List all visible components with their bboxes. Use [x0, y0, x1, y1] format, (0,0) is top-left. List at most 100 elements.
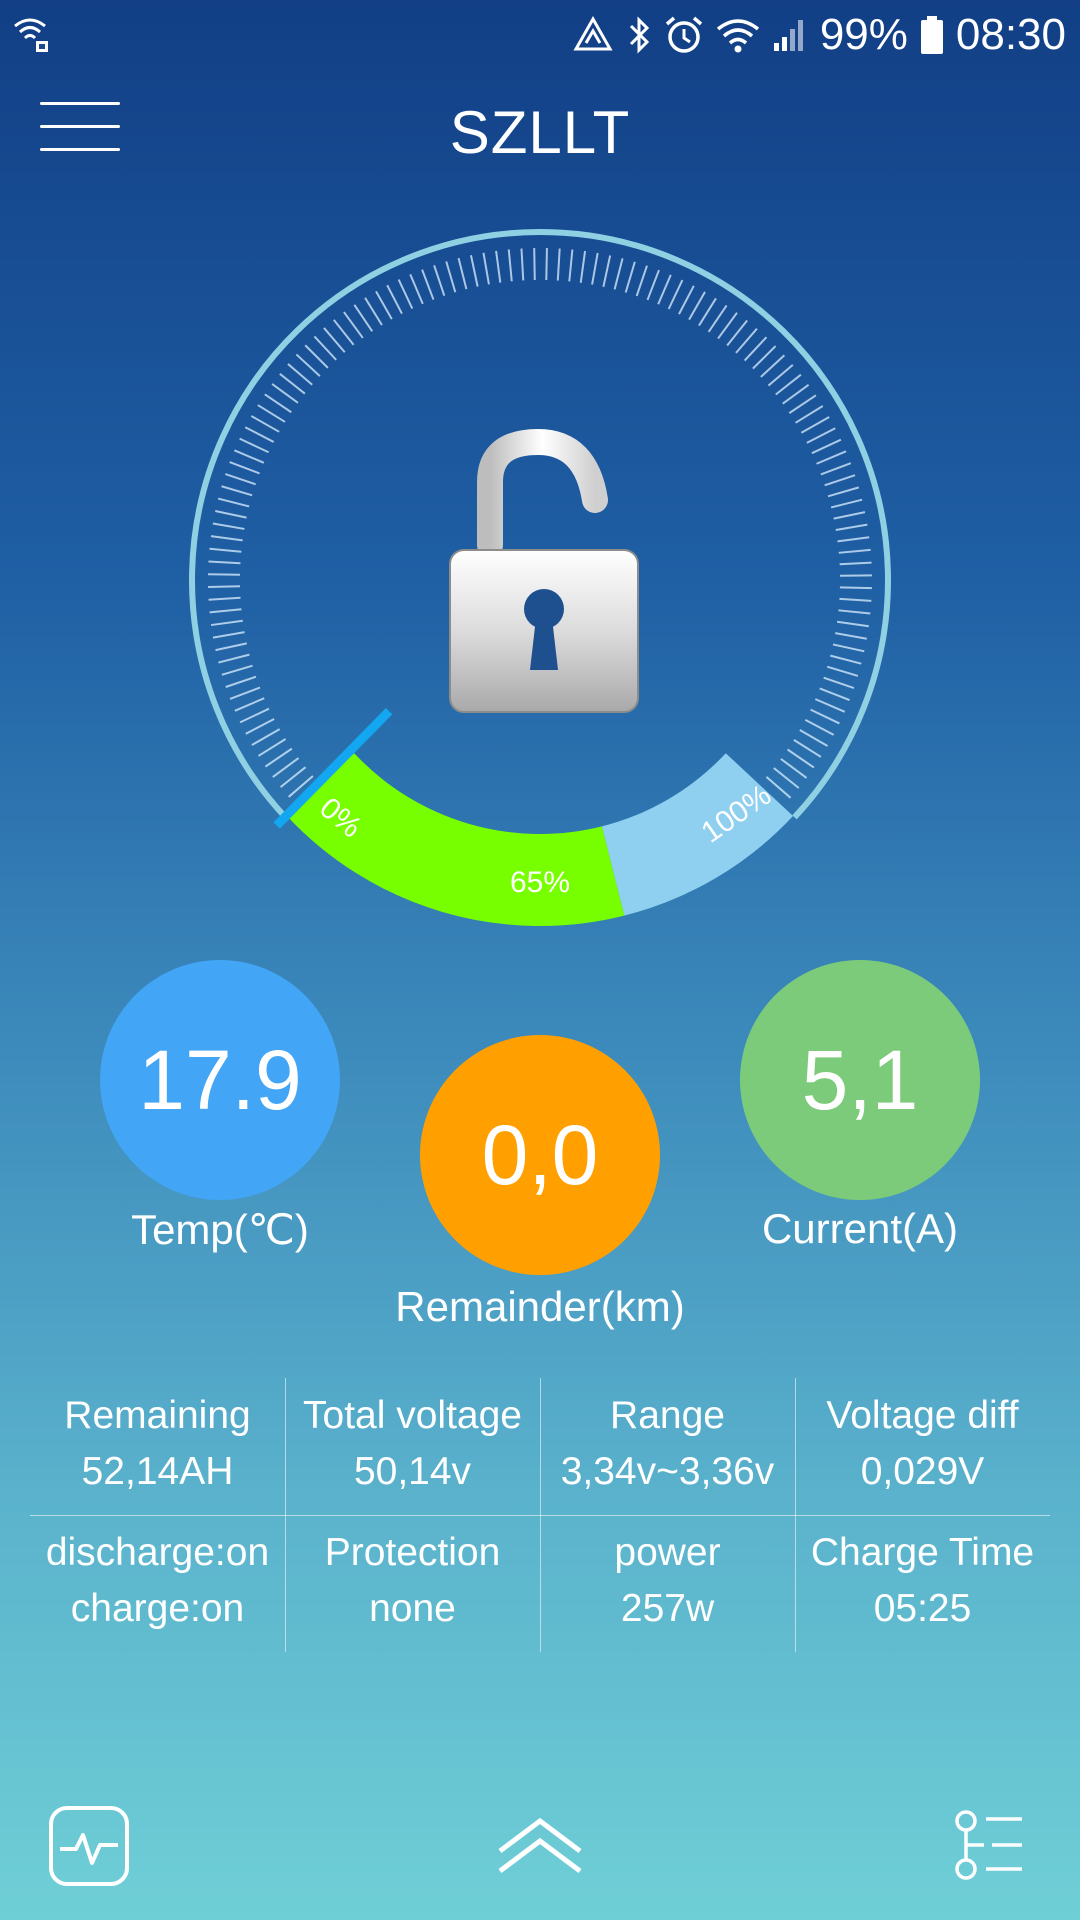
- gauge-tick: [698, 297, 717, 327]
- gauge-tick: [215, 642, 247, 652]
- voltage-diff-value: 0,029V: [860, 1450, 985, 1493]
- current-circle: 5,1: [740, 960, 980, 1200]
- wifi-lock-icon: [14, 18, 48, 52]
- gauge-tick: [279, 372, 306, 395]
- gauge-tick: [839, 561, 872, 566]
- temp-label: Temp(℃): [131, 1206, 309, 1253]
- gauge-tick: [827, 486, 860, 498]
- double-chevron-up-icon[interactable]: [496, 1813, 584, 1882]
- gauge-tick: [208, 560, 241, 565]
- gauge-tick: [218, 653, 250, 664]
- gauge-tick: [602, 255, 612, 287]
- gauge-tick: [482, 252, 490, 285]
- gauge-tick: [780, 758, 808, 779]
- gauge-tick: [839, 597, 872, 602]
- gauge-tick: [832, 643, 865, 653]
- gauge-tick: [332, 319, 355, 346]
- temp-circle: 17.9: [100, 960, 340, 1200]
- gauge-tick: [838, 548, 871, 554]
- drive-icon: [573, 15, 613, 51]
- gauge-tick: [814, 698, 846, 713]
- gauge-tick: [271, 383, 299, 404]
- gauge-tick: [833, 511, 866, 520]
- gauge-tick: [386, 284, 403, 315]
- range-title: Range: [610, 1394, 725, 1437]
- gauge-tick: [215, 509, 247, 519]
- app-title: SZLLT: [449, 99, 631, 166]
- battery-info-grid: Remaining 52,14AH Total voltage 50,14v R…: [30, 1378, 1050, 1652]
- gauge-tick: [667, 279, 684, 310]
- gauge-tick: [635, 265, 648, 297]
- charge-time-cell: Charge Time 05:25: [795, 1515, 1050, 1652]
- timeline-list-icon[interactable]: [952, 1809, 1026, 1888]
- gauge-current-label: 65%: [510, 866, 570, 899]
- signal-icon: [773, 20, 803, 51]
- current-label: Current(A): [761, 1205, 959, 1252]
- charge-time-value: 05:25: [873, 1587, 972, 1630]
- gauge-tick: [824, 474, 856, 487]
- gauge-tick: [717, 312, 738, 340]
- gauge-tick: [239, 707, 270, 724]
- battery-percent: 99%: [819, 10, 908, 59]
- voltage-diff-title: Voltage diff: [826, 1394, 1019, 1437]
- battery-gauge: 0% 65% 100%: [0, 200, 1080, 980]
- gauge-tick: [251, 728, 281, 746]
- gauge-tick: [826, 665, 859, 677]
- gauge-tick: [364, 297, 383, 326]
- status-bar: 99% 08:30: [0, 0, 1080, 78]
- gauge-tick: [212, 522, 245, 530]
- gauge-tick: [835, 632, 867, 640]
- gauge-tick: [245, 718, 275, 735]
- gauge-tick: [217, 497, 250, 508]
- gauge-tick: [823, 676, 855, 690]
- gauge-tick: [221, 485, 253, 497]
- gauge-tick: [234, 449, 265, 464]
- protection-title: Protection: [324, 1531, 501, 1574]
- gauge-tick: [225, 473, 256, 486]
- power-cell: power 257w: [540, 1515, 795, 1652]
- gauge-tick: [257, 404, 286, 423]
- gauge-tick: [837, 536, 870, 543]
- gauge-tick: [804, 719, 835, 736]
- gauge-tick: [657, 274, 672, 305]
- gauge-tick: [287, 363, 313, 386]
- total-voltage-cell: Total voltage 50,14v: [285, 1378, 540, 1515]
- gauge-tick: [343, 311, 364, 339]
- gauge-tick: [353, 304, 374, 332]
- gauge-tick: [767, 364, 794, 387]
- charge-state-cell: discharge:on charge:on: [30, 1515, 285, 1652]
- gauge-tick: [264, 747, 293, 768]
- gauge-tick: [212, 631, 245, 639]
- gauge-tick: [838, 609, 871, 615]
- gauge-tick: [264, 393, 292, 414]
- unlocked-padlock-icon[interactable]: [449, 428, 639, 713]
- gauge-tick: [533, 248, 536, 281]
- gauge-tick: [579, 250, 587, 283]
- gauge-tick: [556, 248, 561, 281]
- alarm-icon: [665, 16, 702, 53]
- gauge-tick: [397, 279, 414, 309]
- charge-state: charge:on: [70, 1587, 245, 1630]
- range-value: 3,34v~3,36v: [560, 1450, 775, 1493]
- gauge-tick: [229, 461, 260, 475]
- gauge-tick: [210, 535, 243, 542]
- gauge-tick: [221, 664, 253, 676]
- power-value: 257w: [620, 1587, 715, 1630]
- gauge-tick: [210, 619, 243, 627]
- gauge-tick: [678, 285, 695, 315]
- range-cell: Range 3,34v~3,36v: [540, 1378, 795, 1515]
- charge-time-title: Charge Time: [810, 1531, 1035, 1574]
- gauge-tick: [819, 687, 850, 701]
- gauge-tick: [433, 265, 446, 296]
- gauge-tick: [688, 291, 706, 321]
- gauge-tick: [250, 415, 280, 433]
- gauge-tick: [839, 586, 872, 590]
- gauge-tick: [323, 327, 346, 353]
- remaining-title: Remaining: [64, 1394, 251, 1437]
- gauge-tick: [421, 269, 435, 300]
- gauge-tick: [793, 739, 822, 758]
- pulse-monitor-icon[interactable]: [48, 1805, 130, 1892]
- gauge-tick: [786, 748, 815, 769]
- gauge-tick: [257, 738, 287, 757]
- gauge-tick: [234, 697, 265, 712]
